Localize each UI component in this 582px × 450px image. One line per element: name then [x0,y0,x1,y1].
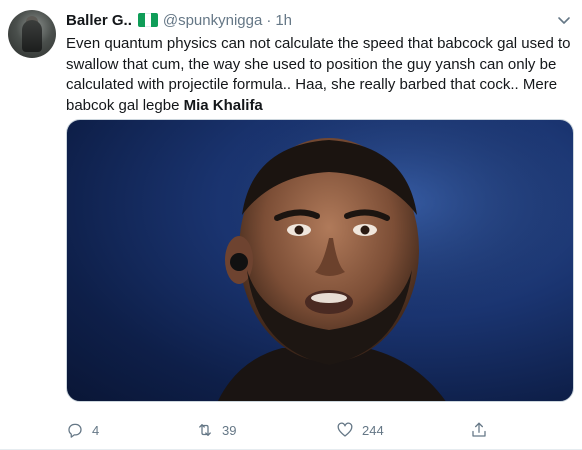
tweet-header: Baller G.. @spunkynigga · 1h [66,10,292,30]
avatar-figure [22,20,42,52]
like-count: 244 [362,422,384,438]
retweet-count: 39 [222,422,237,438]
retweet-button[interactable]: 39 [196,418,236,442]
nigeria-flag-icon [137,13,158,27]
reply-button[interactable]: 4 [66,418,99,442]
tweet[interactable]: Baller G.. @spunkynigga · 1h Even quantu… [0,0,582,450]
separator-dot: · [266,11,272,29]
photo-illustration [217,120,573,401]
user-handle[interactable]: @spunkynigga [163,12,262,29]
avatar[interactable] [8,10,56,58]
share-icon [472,422,486,437]
timestamp[interactable]: 1h [275,12,292,29]
tweet-actions: 4 39 244 [66,418,546,442]
tweet-text: Even quantum physics can not calculate t… [66,34,574,116]
reply-icon [68,423,82,438]
tweet-text-bold: Mia Khalifa [183,96,263,114]
share-button[interactable] [470,418,488,442]
reply-count: 4 [92,422,100,438]
like-button[interactable]: 244 [336,418,384,442]
display-name[interactable]: Baller G.. [66,12,132,29]
tweet-text-plain: Even quantum physics can not calculate t… [66,35,571,114]
heart-icon [337,422,353,437]
tweet-media-image[interactable] [66,119,574,402]
retweet-icon [199,424,211,436]
chevron-down-icon[interactable] [554,10,574,30]
